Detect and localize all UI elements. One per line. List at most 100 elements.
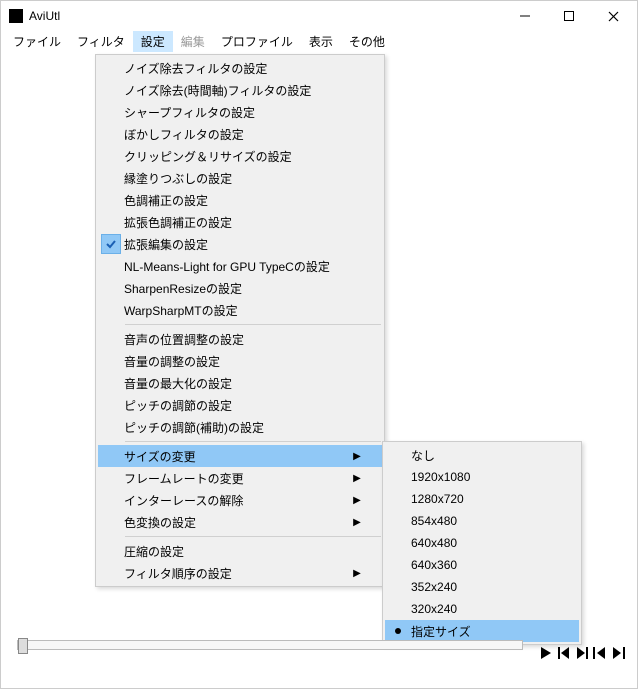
- submenu-item-label: 854x480: [411, 514, 565, 528]
- menu-item[interactable]: ノイズ除去フィルタの設定: [98, 57, 382, 79]
- submenu-arrow-icon: ▶: [350, 451, 364, 462]
- submenu-item[interactable]: 320x240: [385, 598, 579, 620]
- menu-item-label: 縁塗りつぶしの設定: [124, 170, 350, 187]
- radio-dot-icon: [395, 628, 401, 634]
- prev-frame-button[interactable]: [555, 642, 573, 664]
- submenu-item[interactable]: 指定サイズ: [385, 620, 579, 642]
- minimize-button[interactable]: [503, 2, 547, 30]
- titlebar: AviUtl: [1, 1, 637, 31]
- menu-item-label: NL-Means-Light for GPU TypeCの設定: [124, 258, 350, 275]
- submenu-item-label: 1280x720: [411, 492, 565, 506]
- submenu-arrow-icon: ▶: [350, 473, 364, 484]
- menu-separator: [125, 536, 381, 537]
- go-end-button[interactable]: [609, 642, 627, 664]
- menu-item[interactable]: 圧縮の設定: [98, 540, 382, 562]
- menu-item[interactable]: WarpSharpMTの設定: [98, 299, 382, 321]
- menu-item-label: フレームレートの変更: [124, 470, 350, 487]
- menubar-item-6[interactable]: その他: [341, 31, 393, 52]
- submenu-item[interactable]: 854x480: [385, 510, 579, 532]
- titlebar-left: AviUtl: [9, 9, 60, 23]
- playback-controls: [537, 642, 627, 664]
- menu-separator: [125, 324, 381, 325]
- menu-item-label: フィルタ順序の設定: [124, 565, 350, 582]
- menu-check-slot: [98, 234, 124, 254]
- submenu-item[interactable]: 640x360: [385, 554, 579, 576]
- menu-item-label: ピッチの調節の設定: [124, 397, 350, 414]
- menu-item[interactable]: 音声の位置調整の設定: [98, 328, 382, 350]
- menu-item-label: 色調補正の設定: [124, 192, 350, 209]
- menu-item[interactable]: クリッピング＆リサイズの設定: [98, 145, 382, 167]
- seekbar-thumb[interactable]: [18, 638, 28, 654]
- submenu-arrow-icon: ▶: [350, 568, 364, 579]
- menu-item-label: ノイズ除去(時間軸)フィルタの設定: [124, 82, 350, 99]
- menu-item[interactable]: シャープフィルタの設定: [98, 101, 382, 123]
- menu-item[interactable]: 色変換の設定▶: [98, 511, 382, 533]
- menubar: ファイルフィルタ設定編集プロファイル表示その他: [1, 31, 637, 53]
- menubar-item-2[interactable]: 設定: [133, 31, 173, 52]
- submenu-item[interactable]: 1280x720: [385, 488, 579, 510]
- menu-separator: [125, 441, 381, 442]
- menu-item[interactable]: フィルタ順序の設定▶: [98, 562, 382, 584]
- menu-item-label: ピッチの調節(補助)の設定: [124, 419, 350, 436]
- play-button[interactable]: [537, 642, 555, 664]
- menubar-item-1[interactable]: フィルタ: [69, 31, 133, 52]
- menubar-item-5[interactable]: 表示: [301, 31, 341, 52]
- menu-item-label: WarpSharpMTの設定: [124, 302, 350, 319]
- menu-item-label: SharpenResizeの設定: [124, 280, 350, 297]
- menu-item-label: 圧縮の設定: [124, 543, 350, 560]
- submenu-item-label: 640x480: [411, 536, 565, 550]
- menu-item[interactable]: 色調補正の設定: [98, 189, 382, 211]
- check-icon: [101, 234, 121, 254]
- menu-item-label: 音量の調整の設定: [124, 353, 350, 370]
- menu-item-label: 拡張色調補正の設定: [124, 214, 350, 231]
- close-button[interactable]: [591, 2, 635, 30]
- submenu-check-slot: [385, 628, 411, 634]
- submenu-item-label: 指定サイズ: [411, 623, 565, 640]
- next-frame-button[interactable]: [573, 642, 591, 664]
- menu-item-label: ノイズ除去フィルタの設定: [124, 60, 350, 77]
- maximize-button[interactable]: [547, 2, 591, 30]
- menu-item[interactable]: NL-Means-Light for GPU TypeCの設定: [98, 255, 382, 277]
- submenu-item-label: 640x360: [411, 558, 565, 572]
- submenu-item-label: 320x240: [411, 602, 565, 616]
- menu-item-label: 拡張編集の設定: [124, 236, 350, 253]
- menu-item[interactable]: ノイズ除去(時間軸)フィルタの設定: [98, 79, 382, 101]
- menubar-item-3[interactable]: 編集: [173, 31, 213, 52]
- submenu-item-label: 1920x1080: [411, 470, 565, 484]
- submenu-item[interactable]: なし: [385, 444, 579, 466]
- menu-item[interactable]: インターレースの解除▶: [98, 489, 382, 511]
- menu-item[interactable]: サイズの変更▶: [98, 445, 382, 467]
- menu-item-label: ぼかしフィルタの設定: [124, 126, 350, 143]
- submenu-arrow-icon: ▶: [350, 517, 364, 528]
- submenu-item[interactable]: 1920x1080: [385, 466, 579, 488]
- menu-item[interactable]: SharpenResizeの設定: [98, 277, 382, 299]
- size-submenu: なし 1920x1080 1280x720 854x480 640x480 640x360…: [382, 441, 582, 645]
- submenu-item[interactable]: 352x240: [385, 576, 579, 598]
- menu-item[interactable]: 音量の調整の設定: [98, 350, 382, 372]
- menu-item[interactable]: ピッチの調節の設定: [98, 394, 382, 416]
- menu-item-label: シャープフィルタの設定: [124, 104, 350, 121]
- menu-item[interactable]: 拡張色調補正の設定: [98, 211, 382, 233]
- app-title: AviUtl: [29, 9, 60, 23]
- menu-item-label: インターレースの解除: [124, 492, 350, 509]
- menubar-item-4[interactable]: プロファイル: [213, 31, 301, 52]
- menu-item[interactable]: 縁塗りつぶしの設定: [98, 167, 382, 189]
- settings-menu: ノイズ除去フィルタの設定ノイズ除去(時間軸)フィルタの設定シャープフィルタの設定…: [95, 54, 385, 587]
- go-start-button[interactable]: [591, 642, 609, 664]
- seekbar-track: [17, 640, 523, 650]
- submenu-arrow-icon: ▶: [350, 495, 364, 506]
- menu-item-label: 音量の最大化の設定: [124, 375, 350, 392]
- menu-item[interactable]: フレームレートの変更▶: [98, 467, 382, 489]
- menu-item-label: 色変換の設定: [124, 514, 350, 531]
- app-icon: [9, 9, 23, 23]
- app-window: AviUtl ファイルフィルタ設定編集プロファイル表示その他 ノイズ除去フィルタ…: [0, 0, 638, 689]
- menu-item[interactable]: ピッチの調節(補助)の設定: [98, 416, 382, 438]
- seekbar[interactable]: [17, 640, 523, 654]
- submenu-item[interactable]: 640x480: [385, 532, 579, 554]
- menu-item[interactable]: 拡張編集の設定: [98, 233, 382, 255]
- menu-item-label: サイズの変更: [124, 448, 350, 465]
- menu-item[interactable]: 音量の最大化の設定: [98, 372, 382, 394]
- menubar-item-0[interactable]: ファイル: [5, 31, 69, 52]
- submenu-item-label: なし: [411, 447, 565, 464]
- menu-item[interactable]: ぼかしフィルタの設定: [98, 123, 382, 145]
